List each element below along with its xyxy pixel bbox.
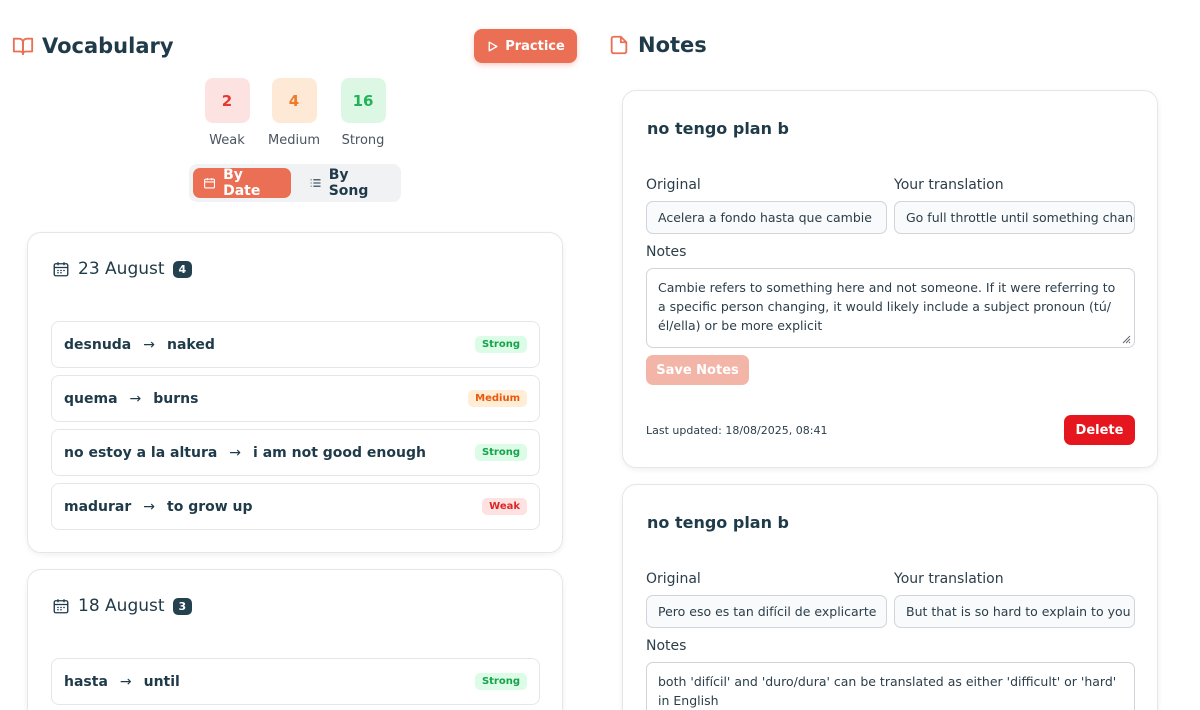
note-card: no tengo plan b Original Your translatio… [622,90,1158,468]
toggle-by-song-label: By Song [328,167,369,199]
arrow-icon: → [119,673,132,690]
notes-text: Cambie refers to something here and not … [658,280,1116,333]
last-updated: Last updated: 18/08/2025, 08:41 [646,424,828,437]
save-notes-button[interactable]: Save Notes [646,355,749,385]
word-spanish: no estoy a la altura [64,444,218,461]
stat-medium: 4 Medium [264,78,324,148]
stat-strong-count: 16 [340,78,386,123]
count-badge: 4 [172,260,193,278]
date-label: 18 August [78,596,165,616]
translation-label: Your translation [894,177,1004,193]
notes-text: both 'difícil' and 'duro/dura' can be tr… [658,674,1117,708]
word-translation: naked [167,336,215,353]
view-toggle: By Date By Song [189,164,401,202]
date-group-card: 23 August 4 desnuda → naked Strong quema… [27,232,563,553]
word-row[interactable]: madurar → to grow up Weak [51,483,540,530]
original-field[interactable]: Pero eso es tan difícil de explicarte [646,595,887,628]
level-badge: Strong [474,673,527,690]
vocabulary-title: Vocabulary [42,34,174,58]
translation-field[interactable]: Go full throttle until something changes [894,201,1135,234]
original-label: Original [646,571,701,587]
notes-label: Notes [646,638,687,654]
original-label: Original [646,177,701,193]
word-row[interactable]: no estoy a la altura → i am not good eno… [51,429,540,476]
word-translation: until [143,673,180,690]
delete-button[interactable]: Delete [1064,415,1135,445]
level-badge: Strong [474,444,527,461]
toggle-by-date[interactable]: By Date [193,167,291,199]
calendar-icon [204,178,216,189]
arrow-icon: → [143,498,156,515]
notes-title: Notes [638,33,707,57]
word-spanish: quema [64,390,118,407]
vocabulary-heading: Vocabulary [12,34,174,58]
notes-heading: Notes [608,33,707,57]
stat-weak-label: Weak [209,133,245,148]
file-icon [610,35,628,55]
note-song-title: no tengo plan b [647,119,790,138]
notes-textarea[interactable]: both 'difícil' and 'duro/dura' can be tr… [646,662,1135,710]
date-group-header: 18 August 3 [52,596,193,616]
word-row[interactable]: hasta → until Strong [51,658,540,705]
date-label: 23 August [78,259,165,279]
date-group-header: 23 August 4 [52,259,193,279]
count-badge: 3 [172,597,193,615]
translation-label: Your translation [894,571,1004,587]
translation-field[interactable]: But that is so hard to explain to you [894,595,1135,628]
practice-label: Practice [505,38,565,54]
stat-strong: 16 Strong [333,78,393,148]
level-badge: Strong [474,336,527,353]
word-spanish: madurar [64,498,132,515]
word-spanish: hasta [64,673,108,690]
arrow-icon: → [129,390,142,407]
notes-label: Notes [646,244,687,260]
list-icon [310,179,321,187]
practice-button[interactable]: Practice [474,29,577,63]
word-row[interactable]: quema → burns Medium [51,375,540,422]
calendar-icon [53,599,69,614]
stat-weak: 2 Weak [197,78,257,148]
resize-handle-icon[interactable] [1121,334,1131,344]
level-badge: Medium [468,390,527,407]
word-translation: burns [153,390,199,407]
word-translation: i am not good enough [253,444,426,461]
stat-strong-label: Strong [341,133,385,148]
toggle-by-song[interactable]: By Song [299,167,397,199]
word-row[interactable]: desnuda → naked Strong [51,321,540,368]
arrow-icon: → [143,336,155,353]
note-song-title: no tengo plan b [647,513,790,532]
play-icon [488,40,498,52]
book-open-icon [12,37,34,56]
level-badge: Weak [482,498,527,515]
toggle-by-date-label: By Date [223,167,261,199]
arrow-icon: → [229,444,242,461]
stat-weak-count: 2 [204,78,250,123]
calendar-icon [53,262,69,277]
note-card: no tengo plan b Original Your translatio… [622,484,1158,710]
word-spanish: desnuda [64,336,132,353]
notes-textarea[interactable]: Cambie refers to something here and not … [646,268,1135,348]
word-translation: to grow up [167,498,253,515]
date-group-card: 18 August 3 hasta → until Strong [27,569,563,710]
stat-medium-label: Medium [268,133,320,148]
stat-medium-count: 4 [271,78,317,123]
original-field[interactable]: Acelera a fondo hasta que cambie [646,201,887,234]
